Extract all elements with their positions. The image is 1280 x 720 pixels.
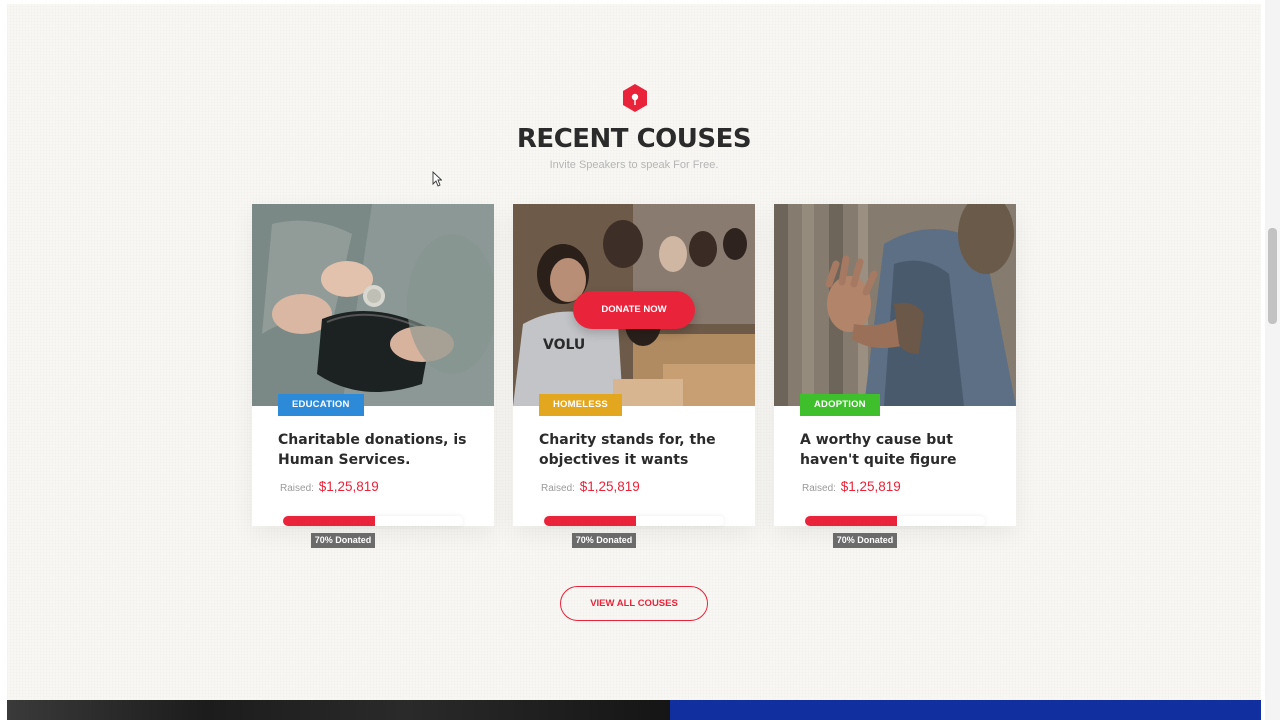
raised-label: Raised: <box>541 483 575 494</box>
cause-card-homeless[interactable]: VOLU HOMELESS Charity stands for, the ob… <box>513 204 755 526</box>
raised-info: Raised: $1,25,819 <box>802 479 901 494</box>
vertical-scrollbar[interactable] <box>1265 0 1280 720</box>
raised-label: Raised: <box>280 483 314 494</box>
cause-title[interactable]: A worthy cause but haven't quite figure <box>800 430 1000 470</box>
category-badge[interactable]: ADOPTION <box>800 394 880 416</box>
scrollbar-thumb[interactable] <box>1268 228 1277 324</box>
progress-label: 70% Donated <box>572 533 636 548</box>
cause-card-adoption[interactable]: ADOPTION A worthy cause but haven't quit… <box>774 204 1016 526</box>
page: RECENT COUSES Invite Speakers to speak F… <box>0 0 1280 720</box>
wallet-coin-photo[interactable] <box>252 204 494 406</box>
raised-amount: $1,25,819 <box>579 479 640 494</box>
header-divider <box>7 0 1261 4</box>
donation-progress-bar <box>283 516 463 526</box>
progress-label: 70% Donated <box>833 533 897 548</box>
progress-fill <box>283 516 375 526</box>
footer-image-strip <box>7 700 670 720</box>
category-badge[interactable]: HOMELESS <box>539 394 622 416</box>
svg-text:VOLU: VOLU <box>543 337 585 353</box>
hexagon-pin-icon <box>623 84 647 112</box>
raised-info: Raised: $1,25,819 <box>280 479 379 494</box>
cause-title[interactable]: Charitable donations, is Human Services. <box>278 430 478 470</box>
mouse-cursor-icon <box>432 171 442 187</box>
donation-progress-bar <box>805 516 985 526</box>
cause-card-education[interactable]: EDUCATION Charitable donations, is Human… <box>252 204 494 526</box>
raised-amount: $1,25,819 <box>318 479 379 494</box>
progress-fill <box>805 516 897 526</box>
progress-label: 70% Donated <box>311 533 375 548</box>
section-subtitle: Invite Speakers to speak For Free. <box>549 159 719 171</box>
donation-progress-bar <box>544 516 724 526</box>
category-badge[interactable]: EDUCATION <box>278 394 364 416</box>
section-title: RECENT COUSES <box>516 124 752 154</box>
cause-title[interactable]: Charity stands for, the objectives it wa… <box>539 430 739 470</box>
view-all-causes-button[interactable]: VIEW ALL COUSES <box>560 586 708 621</box>
raised-info: Raised: $1,25,819 <box>541 479 640 494</box>
raised-amount: $1,25,819 <box>840 479 901 494</box>
progress-fill <box>544 516 636 526</box>
outstretched-hand-photo[interactable] <box>774 204 1016 406</box>
donate-now-button[interactable]: DONATE NOW <box>573 291 695 329</box>
footer-blue-panel <box>670 700 1261 720</box>
raised-label: Raised: <box>802 483 836 494</box>
